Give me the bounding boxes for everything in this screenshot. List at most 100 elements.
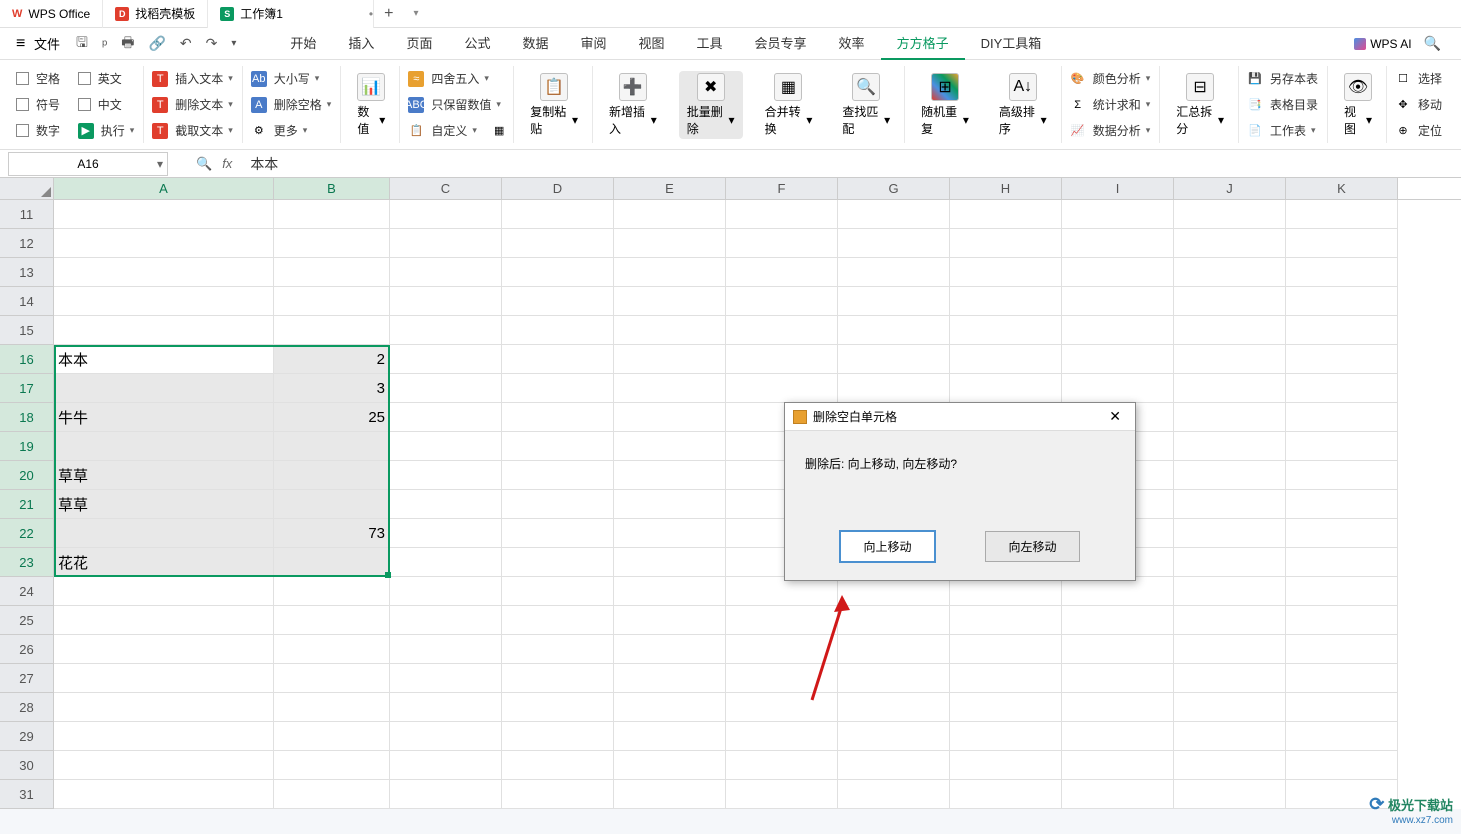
cell-I28[interactable]	[1062, 693, 1174, 722]
cell-J22[interactable]	[1174, 519, 1286, 548]
cell-J31[interactable]	[1174, 780, 1286, 809]
cell-K20[interactable]	[1286, 461, 1398, 490]
row-header-21[interactable]: 21	[0, 490, 54, 519]
cell-D20[interactable]	[502, 461, 614, 490]
cell-K22[interactable]	[1286, 519, 1398, 548]
cell-A18[interactable]: 牛牛	[54, 403, 274, 432]
menu-tab-7[interactable]: 工具	[681, 27, 739, 60]
select-all-corner[interactable]	[0, 178, 54, 199]
cell-E31[interactable]	[614, 780, 726, 809]
cell-F25[interactable]	[726, 606, 838, 635]
cell-H13[interactable]	[950, 258, 1062, 287]
row-header-12[interactable]: 12	[0, 229, 54, 258]
cell-D30[interactable]	[502, 751, 614, 780]
new-tab-button[interactable]: +	[374, 5, 403, 23]
cell-E23[interactable]	[614, 548, 726, 577]
name-box-dropdown-icon[interactable]: ▾	[157, 157, 163, 171]
menu-tab-5[interactable]: 审阅	[564, 27, 622, 60]
cell-C14[interactable]	[390, 287, 502, 316]
cell-E15[interactable]	[614, 316, 726, 345]
cell-J21[interactable]	[1174, 490, 1286, 519]
cell-J20[interactable]	[1174, 461, 1286, 490]
cell-H25[interactable]	[950, 606, 1062, 635]
cell-D16[interactable]	[502, 345, 614, 374]
row-header-31[interactable]: 31	[0, 780, 54, 809]
cell-C25[interactable]	[390, 606, 502, 635]
cell-G12[interactable]	[838, 229, 950, 258]
spreadsheet-grid[interactable]: ABCDEFGHIJK 111213141516本本217318牛牛251920…	[0, 178, 1461, 809]
cell-D29[interactable]	[502, 722, 614, 751]
cell-A26[interactable]	[54, 635, 274, 664]
cell-D19[interactable]	[502, 432, 614, 461]
row-header-26[interactable]: 26	[0, 635, 54, 664]
cell-J26[interactable]	[1174, 635, 1286, 664]
cell-A12[interactable]	[54, 229, 274, 258]
cell-C23[interactable]	[390, 548, 502, 577]
cell-C27[interactable]	[390, 664, 502, 693]
row-header-20[interactable]: 20	[0, 461, 54, 490]
cell-A15[interactable]	[54, 316, 274, 345]
cell-D25[interactable]	[502, 606, 614, 635]
cell-C16[interactable]	[390, 345, 502, 374]
cell-A11[interactable]	[54, 200, 274, 229]
cell-B23[interactable]	[274, 548, 390, 577]
menu-tab-1[interactable]: 插入	[332, 27, 390, 60]
cell-F28[interactable]	[726, 693, 838, 722]
cell-K26[interactable]	[1286, 635, 1398, 664]
cell-J24[interactable]	[1174, 577, 1286, 606]
cell-D31[interactable]	[502, 780, 614, 809]
cell-D22[interactable]	[502, 519, 614, 548]
cell-K18[interactable]	[1286, 403, 1398, 432]
cell-I25[interactable]	[1062, 606, 1174, 635]
cell-H27[interactable]	[950, 664, 1062, 693]
menu-tab-2[interactable]: 页面	[390, 27, 448, 60]
cell-C15[interactable]	[390, 316, 502, 345]
data-analysis-button[interactable]: 数据分析▾	[1090, 120, 1154, 141]
cell-B17[interactable]: 3	[274, 374, 390, 403]
cell-E20[interactable]	[614, 461, 726, 490]
cell-J23[interactable]	[1174, 548, 1286, 577]
cell-C26[interactable]	[390, 635, 502, 664]
cell-E26[interactable]	[614, 635, 726, 664]
cell-J14[interactable]	[1174, 287, 1286, 316]
cell-E28[interactable]	[614, 693, 726, 722]
cell-B27[interactable]	[274, 664, 390, 693]
dialog-close-button[interactable]: ✕	[1103, 406, 1127, 427]
cell-E18[interactable]	[614, 403, 726, 432]
cell-G24[interactable]	[838, 577, 950, 606]
wps-office-tab[interactable]: W WPS Office	[0, 0, 103, 28]
cell-D14[interactable]	[502, 287, 614, 316]
cell-E11[interactable]	[614, 200, 726, 229]
template-tab[interactable]: D 找稻壳模板	[103, 0, 208, 28]
col-header-I[interactable]: I	[1062, 178, 1174, 199]
col-header-D[interactable]: D	[502, 178, 614, 199]
new-insert-button[interactable]: ➕新增插入▾	[601, 71, 665, 139]
col-header-F[interactable]: F	[726, 178, 838, 199]
cell-B13[interactable]	[274, 258, 390, 287]
insert-text-button[interactable]: 插入文本▾	[172, 68, 236, 89]
cell-I29[interactable]	[1062, 722, 1174, 751]
menu-tab-10[interactable]: 方方格子	[881, 27, 965, 60]
locate-button[interactable]: 定位	[1415, 120, 1445, 141]
col-header-E[interactable]: E	[614, 178, 726, 199]
save-icon[interactable]: 🖫	[70, 28, 94, 60]
stat-sum-button[interactable]: 统计求和▾	[1090, 94, 1154, 115]
cell-K23[interactable]	[1286, 548, 1398, 577]
cell-G15[interactable]	[838, 316, 950, 345]
row-header-18[interactable]: 18	[0, 403, 54, 432]
cell-H11[interactable]	[950, 200, 1062, 229]
cell-F31[interactable]	[726, 780, 838, 809]
cell-B29[interactable]	[274, 722, 390, 751]
cell-B11[interactable]	[274, 200, 390, 229]
workbook-tab[interactable]: S 工作簿1 •	[208, 0, 374, 28]
cell-H31[interactable]	[950, 780, 1062, 809]
cell-K13[interactable]	[1286, 258, 1398, 287]
color-analysis-button[interactable]: 颜色分析▾	[1090, 68, 1154, 89]
row-header-15[interactable]: 15	[0, 316, 54, 345]
cell-B31[interactable]	[274, 780, 390, 809]
cell-E16[interactable]	[614, 345, 726, 374]
cell-F15[interactable]	[726, 316, 838, 345]
cell-A25[interactable]	[54, 606, 274, 635]
find-match-button[interactable]: 🔍查找匹配▾	[834, 71, 898, 139]
print-icon[interactable]: 🖶	[115, 28, 140, 60]
